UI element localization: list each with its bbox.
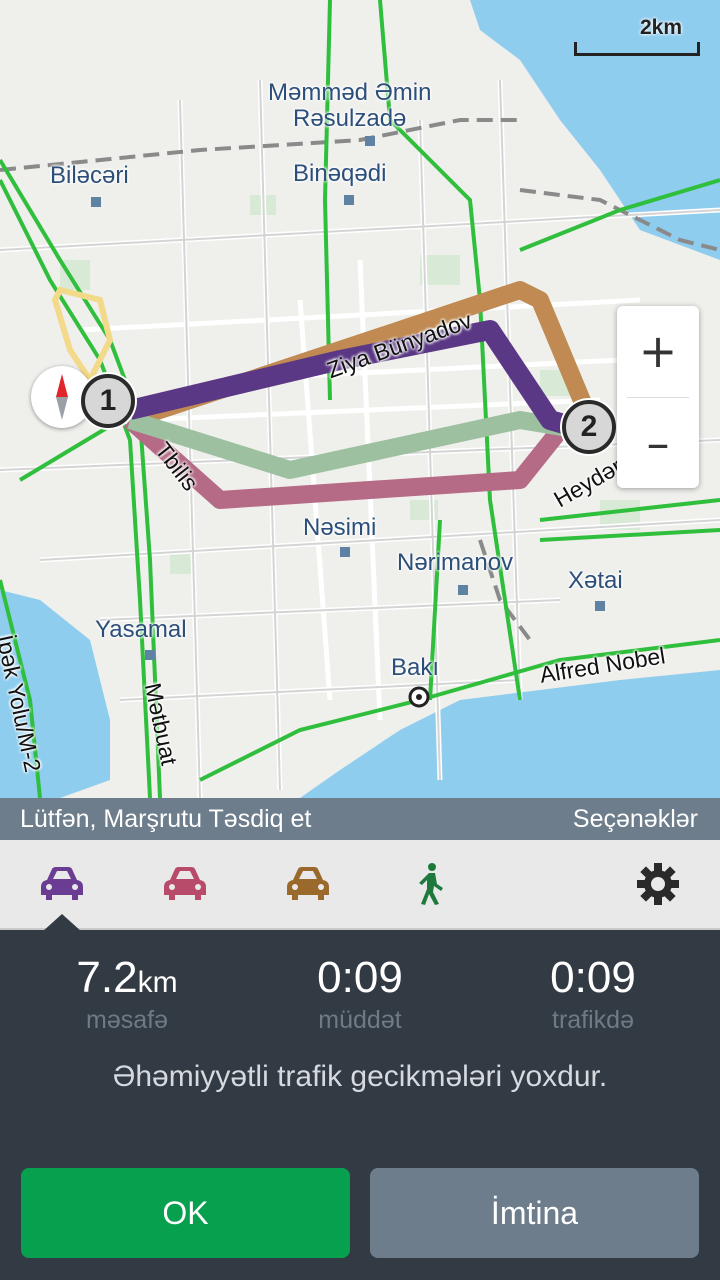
place-label-bineqedi: Binəqədi	[293, 160, 387, 187]
walk-option[interactable]	[400, 858, 460, 910]
route-option-1[interactable]	[32, 858, 92, 910]
options-link[interactable]: Seçənəklər	[573, 805, 698, 834]
place-label-nerimanov: Nərimanov	[397, 549, 514, 576]
car-icon	[164, 867, 206, 900]
distance-label: məsafə	[86, 1006, 168, 1035]
place-label-memmed-emin: Məmməd Əmin Rəsulzadə	[268, 80, 431, 132]
cancel-button[interactable]: İmtina	[370, 1168, 699, 1258]
place-label-nesimi: Nəsimi	[303, 514, 377, 541]
duration-stat: 0:09 müddət	[260, 953, 460, 1035]
traffic-message: Əhəmiyyətli trafik gecikmələri yoxdur.	[112, 1060, 608, 1093]
zoom-control: + –	[617, 306, 699, 488]
route-options-bar	[0, 840, 720, 930]
place-label-xetai: Xətai	[568, 567, 623, 594]
scale-line	[574, 42, 700, 56]
map-view[interactable]: Məmməd Əmin Rəsulzadə Biləcəri Binəqədi …	[0, 0, 720, 798]
distance-stat: 7.2km məsafə	[27, 953, 227, 1035]
confirm-route-prompt: Lütfən, Marşrutu Təsdiq et	[20, 805, 312, 833]
selected-option-pointer	[42, 914, 82, 932]
ok-button[interactable]: OK	[21, 1168, 350, 1258]
distance-unit: km	[137, 966, 178, 999]
place-name: Məmməd Əmin Rəsulzadə	[268, 79, 432, 132]
route-status-bar: Lütfən, Marşrutu Təsdiq et Seçənəklər	[0, 798, 720, 840]
route-option-3[interactable]	[278, 858, 338, 910]
car-icon	[287, 867, 329, 900]
traffic-value: 0:09	[550, 953, 636, 1002]
place-label-baki: Bakı	[391, 654, 440, 681]
zoom-in-button[interactable]: +	[617, 306, 699, 396]
zoom-out-button[interactable]: –	[617, 398, 699, 488]
duration-value: 0:09	[317, 953, 403, 1002]
scale-bar: 2km	[574, 14, 700, 60]
walk-icon	[419, 863, 443, 905]
distance-number: 7.2	[76, 953, 138, 1002]
route-summary-panel: 7.2km məsafə 0:09 müddət 0:09 trafikdə Ə…	[0, 932, 720, 1280]
gear-icon	[637, 863, 679, 905]
waypoint-end[interactable]: 2	[562, 400, 616, 454]
route-settings-button[interactable]	[628, 858, 688, 910]
place-label-yasamal: Yasamal	[95, 616, 187, 643]
traffic-stat: 0:09 trafikdə	[493, 953, 693, 1035]
duration-label: müddət	[318, 1006, 402, 1035]
distance-value: 7.2km	[27, 953, 227, 1002]
route-option-2[interactable]	[155, 858, 215, 910]
scale-label: 2km	[639, 16, 682, 39]
traffic-label: trafikdə	[552, 1006, 634, 1035]
place-label-bileceri: Biləcəri	[50, 162, 129, 189]
waypoint-start[interactable]: 1	[81, 374, 135, 428]
car-icon	[41, 867, 83, 900]
